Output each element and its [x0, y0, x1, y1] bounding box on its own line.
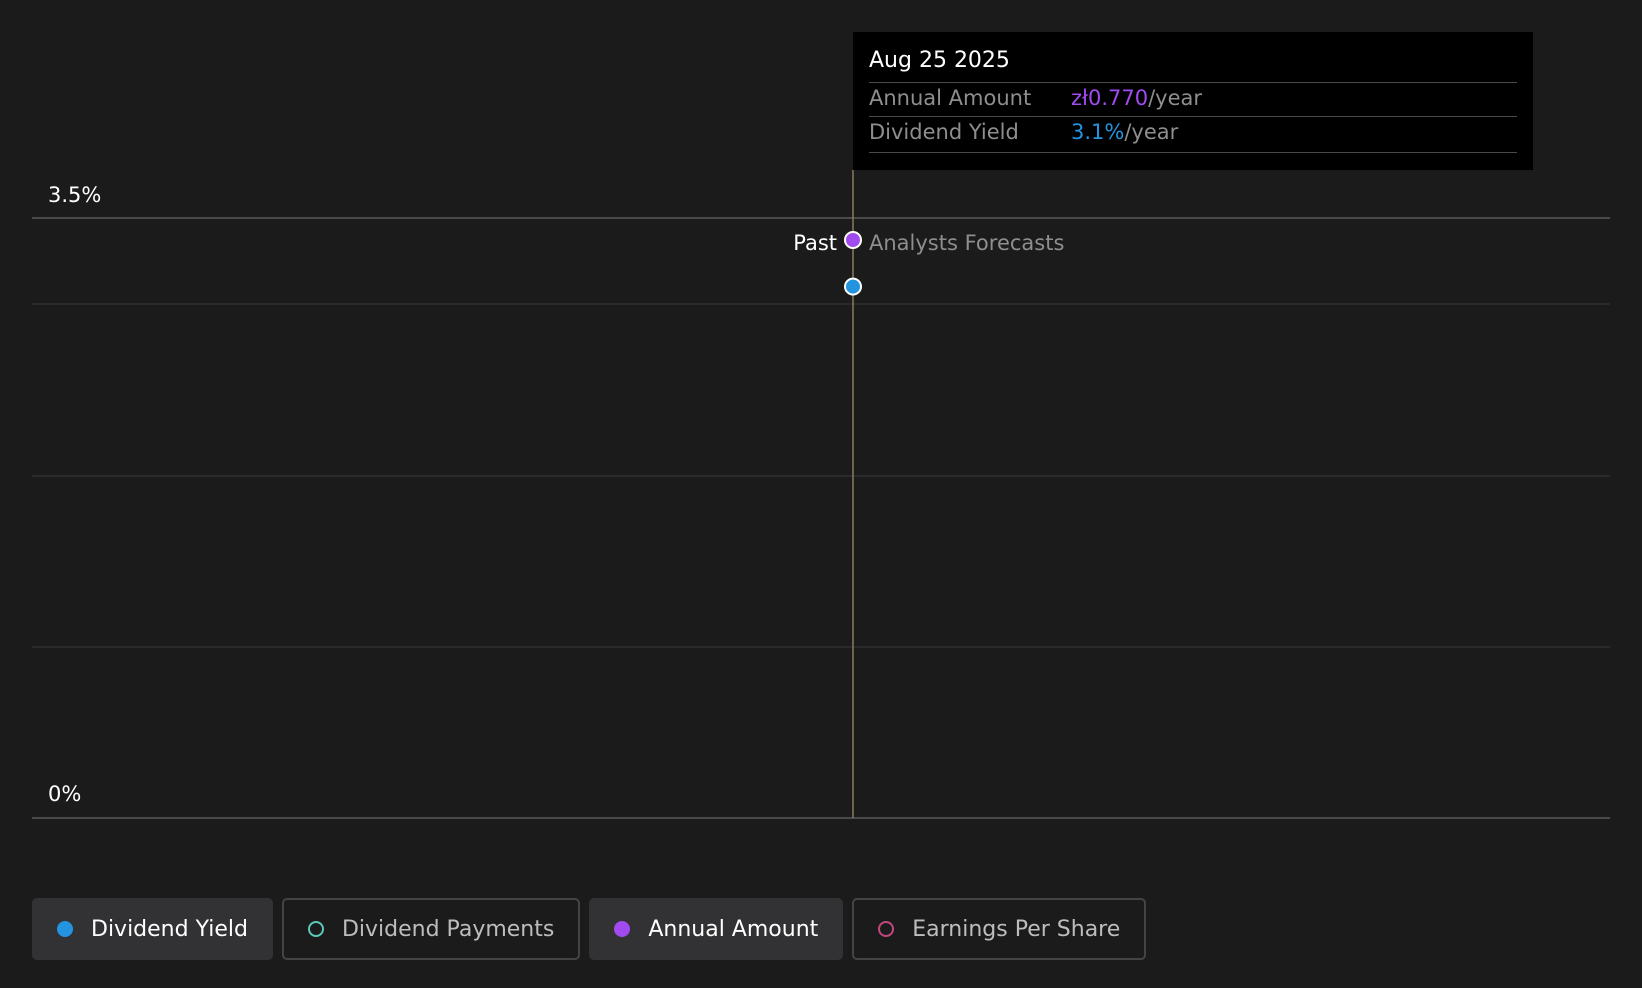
data-point-annual-amount	[844, 231, 862, 249]
tooltip-row-dividend-yield: Dividend Yield 3.1%/year	[869, 120, 1178, 144]
tooltip-unit: /year	[1148, 86, 1203, 110]
legend-toggle-dividend-yield[interactable]: Dividend Yield	[32, 898, 273, 960]
tooltip-label: Dividend Yield	[869, 120, 1019, 144]
hollow-dot-icon	[878, 921, 895, 937]
legend-toggle-dividend-payments[interactable]: Dividend Payments	[281, 898, 581, 960]
hover-tooltip: Aug 25 2025 Annual Amount zł0.770/year Di…	[853, 32, 1533, 170]
tooltip-date: Aug 25 2025	[869, 48, 1010, 73]
filled-dot-icon	[57, 921, 73, 937]
data-point-dividend-yield	[844, 277, 862, 296]
tooltip-row-annual-amount: Annual Amount zł0.770/year	[869, 86, 1202, 110]
tooltip-label: Annual Amount	[869, 86, 1032, 110]
filled-dot-icon	[614, 921, 631, 937]
legend-label: Annual Amount	[648, 916, 819, 942]
legend-label: Earnings Per Share	[912, 916, 1121, 942]
chart-legend: Dividend Yield Dividend Payments Annual …	[32, 898, 1147, 960]
tooltip-divider	[869, 152, 1517, 153]
tooltip-value: zł0.770	[1071, 86, 1149, 110]
legend-toggle-earnings-per-share[interactable]: Earnings Per Share	[852, 898, 1147, 960]
legend-label: Dividend Yield	[91, 916, 248, 942]
legend-toggle-annual-amount[interactable]: Annual Amount	[589, 898, 844, 960]
tooltip-unit: /year	[1124, 120, 1179, 144]
tooltip-divider	[869, 116, 1517, 117]
y-tick-label: 3.5%	[48, 183, 101, 207]
dividend-chart: 3.5% 0% Past Analysts Forecasts Aug 25 2025…	[0, 0, 1642, 988]
forecast-label: Analysts Forecasts	[869, 231, 1064, 255]
hollow-dot-icon	[307, 921, 324, 937]
past-label: Past	[793, 231, 837, 255]
y-tick-label: 0%	[48, 782, 81, 806]
legend-label: Dividend Payments	[341, 916, 555, 942]
tooltip-value: 3.1%	[1071, 120, 1125, 144]
tooltip-divider	[869, 82, 1517, 83]
